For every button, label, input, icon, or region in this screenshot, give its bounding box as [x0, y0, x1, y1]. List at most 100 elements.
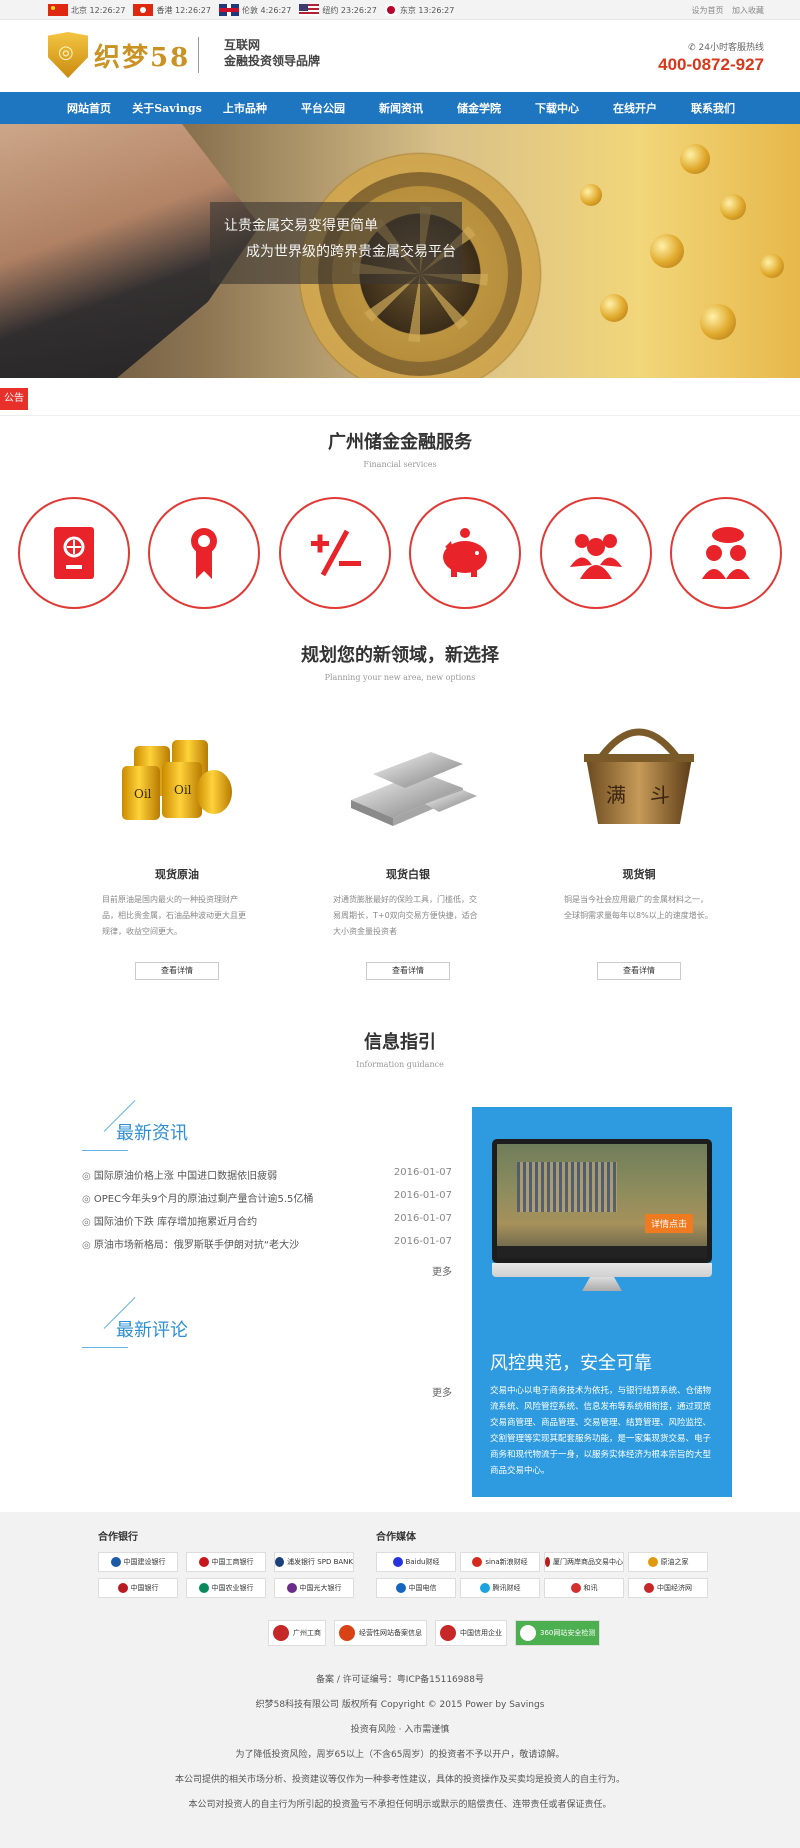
nav-news[interactable]: 新闻资讯 [362, 100, 440, 116]
trust-badge[interactable]: 经营性网站备案信息 [334, 1620, 427, 1646]
emblem-icon [273, 1625, 289, 1641]
hero-banner[interactable]: 让贵金属交易变得更简单 成为世界级的跨界贵金属交易平台 [0, 124, 800, 378]
clock-newyork: 纽约 23:26:27 [299, 4, 377, 16]
media-logo[interactable]: 中国电信 [376, 1578, 456, 1598]
news-item[interactable]: OPEC今年头9个月的原油过剩产量合计逾5.5亿桶 2016-01-07 [82, 1190, 452, 1213]
silver-bars-image[interactable] [313, 702, 503, 852]
service-team[interactable] [539, 497, 652, 609]
bank-emblem-icon [110, 1557, 121, 1567]
media-logo[interactable]: 中国经济网 [628, 1578, 708, 1598]
news-title[interactable]: 最新资讯 [116, 1119, 188, 1145]
services-title: 广州储金金融服务 [328, 432, 472, 453]
product-desc: 铜是当今社会应用最广的金属材料之一，全球铜需求量每年以8%以上的速度增长。 [564, 895, 713, 920]
media-logo[interactable]: Baidu财经 [376, 1552, 456, 1572]
bank-logo[interactable]: 中国农业银行 [186, 1578, 266, 1598]
news-item[interactable]: 国际油价下跌 库存增加拖累近月合约 2016-01-07 [82, 1213, 452, 1236]
service-award[interactable] [148, 497, 261, 609]
news-more-link[interactable]: 更多 [82, 1263, 452, 1278]
media-logo[interactable]: 原油之家 [628, 1552, 708, 1572]
nav-platform[interactable]: 平台公园 [284, 100, 362, 116]
media-emblem-icon [392, 1557, 403, 1567]
bank-logo[interactable]: 中国工商银行 [186, 1552, 266, 1572]
info-subtitle: Information guidance [356, 1060, 444, 1069]
service-trading[interactable] [278, 497, 391, 609]
nav-about[interactable]: 关于Savings [128, 100, 206, 116]
bank-logo[interactable]: 中国光大银行 [274, 1578, 354, 1598]
nav-download[interactable]: 下载中心 [518, 100, 596, 116]
slogan: 互联网 金融投资领导品牌 [224, 37, 320, 69]
comments-title[interactable]: 最新评论 [116, 1316, 188, 1342]
news-item-date: 2016-01-07 [393, 1167, 452, 1178]
media-emblem-icon [644, 1583, 654, 1593]
footer-text: 备案 / 许可证编号：粤ICP备15116988号 织梦58科技有限公司 版权所… [0, 1668, 800, 1818]
add-favorite-link[interactable]: 加入收藏 [732, 6, 764, 15]
news-item-title: OPEC今年头9个月的原油过剩产量合计逾5.5亿桶 [82, 1190, 352, 1213]
customer-service-icon [701, 527, 750, 579]
clock-beijing: 北京 12:26:27 [48, 4, 125, 16]
info-section: 信息指引 Information guidance 最新资讯 国际原油价格上涨 … [0, 1028, 800, 1547]
service-icons [0, 497, 800, 609]
details-button[interactable]: 详情点击 [644, 1214, 693, 1233]
trust-badge[interactable]: 广州工商 [268, 1620, 326, 1646]
nav-products[interactable]: 上市品种 [206, 100, 284, 116]
media-logo[interactable]: 腾讯财经 [460, 1578, 540, 1598]
media-emblem-icon [647, 1557, 658, 1567]
trust-badge[interactable]: 中国信用企业 [435, 1620, 507, 1646]
svg-text:Oil: Oil [174, 783, 192, 797]
media-logo[interactable]: sina新浪财经 [460, 1552, 540, 1572]
copper-vessel-icon: 满 斗 [584, 728, 694, 824]
nav-open-account[interactable]: 在线开户 [596, 100, 674, 116]
oil-barrels-image[interactable]: Oil Oil [82, 702, 272, 852]
promo-box: 详情点击 风控典范，安全可靠 交易中心以电子商务技术为依托，与银行结算系统、仓储… [472, 1107, 732, 1497]
video-player[interactable]: 详情点击 [497, 1144, 707, 1258]
clock-city: 纽约 [322, 5, 339, 15]
news-item[interactable]: 国际原油价格上涨 中国进口数据依旧疲弱 2016-01-07 [82, 1167, 452, 1190]
apple-logo-icon [492, 1263, 712, 1277]
site-logo[interactable]: 织梦58 [48, 32, 200, 78]
svg-text:满: 满 [606, 783, 626, 807]
trust-badge[interactable]: 360网站安全检测 [515, 1620, 601, 1646]
news-item[interactable]: 原油市场新格局：俄罗斯联手伊朗对抗“老大沙 2016-01-07 [82, 1236, 452, 1259]
view-details-button[interactable]: 查看详情 [366, 962, 450, 980]
phone-icon: ✆ [688, 43, 696, 53]
site-footer: 合作银行 合作媒体 中国建设银行 中国工商银行 浦发银行 SPD BANK 中国… [0, 1512, 800, 1848]
news-item-title: 国际油价下跌 库存增加拖累近月合约 [82, 1213, 352, 1236]
clock-time: 4:26:27 [260, 5, 292, 15]
monitor-screen: 详情点击 [492, 1139, 712, 1263]
set-home-link[interactable]: 设为首页 [691, 6, 723, 15]
clock-time: 13:26:27 [418, 5, 455, 15]
view-details-button[interactable]: 查看详情 [135, 962, 219, 980]
view-details-button[interactable]: 查看详情 [597, 962, 681, 980]
slogan-line2: 金融投资领导品牌 [224, 54, 321, 68]
advice-disclaimer: 本公司提供的相关市场分析、投资建议等仅作为一种参考性建议，具体的投资操作及买卖均… [174, 1775, 625, 1785]
nav-home[interactable]: 网站首页 [50, 100, 128, 116]
comments-more-link[interactable]: 更多 [82, 1384, 452, 1399]
service-safe[interactable] [18, 497, 130, 609]
clock-hongkong: 香港 12:26:27 [133, 4, 211, 16]
planning-title: 规划您的新领域，新选择 [301, 645, 499, 666]
media-logo[interactable]: 厦门两岸商品交易中心 [544, 1552, 624, 1572]
copyright: 织梦58科技有限公司 版权所有 Copyright © 2015 Power b… [255, 1700, 545, 1710]
clock-time: 23:26:27 [340, 5, 377, 15]
media-emblem-icon [395, 1583, 406, 1593]
gold-coin [650, 234, 684, 268]
service-support[interactable] [669, 497, 782, 609]
bank-logo[interactable]: 浦发银行 SPD BANK [274, 1552, 354, 1572]
piggy-bank-icon [443, 528, 488, 577]
uk-flag-icon [218, 4, 239, 16]
info-content: 最新资讯 国际原油价格上涨 中国进口数据依旧疲弱 2016-01-07 OPEC… [0, 1107, 800, 1547]
media-logo[interactable]: 和讯 [544, 1578, 624, 1598]
bank-logo[interactable]: 中国银行 [98, 1578, 178, 1598]
shield-icon [520, 1625, 536, 1641]
service-savings[interactable] [409, 497, 522, 609]
nav-contact[interactable]: 联系我们 [674, 100, 752, 116]
news-list: 国际原油价格上涨 中国进口数据依旧疲弱 2016-01-07 OPEC今年头9个… [82, 1167, 452, 1259]
copper-vessel-image[interactable]: 满 斗 [544, 702, 734, 852]
us-flag-icon [299, 4, 320, 16]
emblem-icon [339, 1625, 355, 1641]
nav-academy[interactable]: 储金学院 [440, 100, 518, 116]
partner-headings: 合作银行 合作媒体 [98, 1528, 416, 1543]
bank-logo[interactable]: 中国建设银行 [98, 1552, 178, 1572]
risk-warning: 投资有风险 · 入市需谨慎 [350, 1725, 450, 1735]
banner-caption: 让贵金属交易变得更简单 成为世界级的跨界贵金属交易平台 [210, 202, 462, 284]
